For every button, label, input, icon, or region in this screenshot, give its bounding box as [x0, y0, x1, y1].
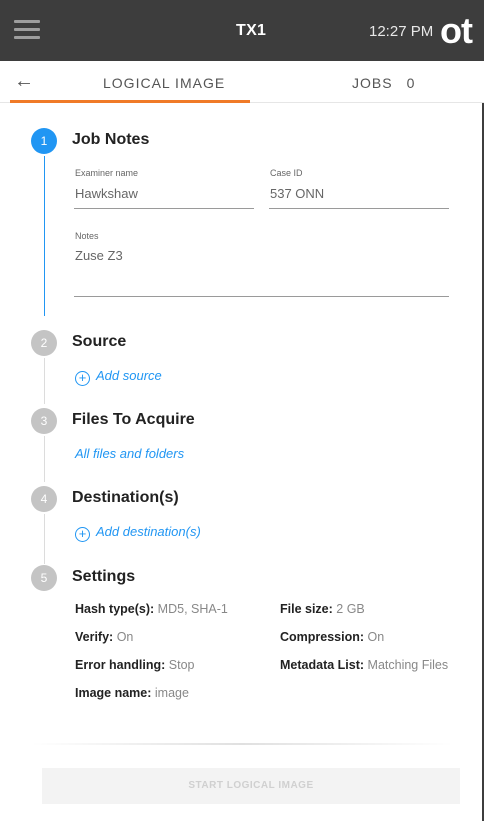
- metadata-list-label: Metadata List:: [280, 658, 365, 672]
- file-size-label: File size:: [280, 602, 333, 616]
- start-logical-image-button[interactable]: START LOGICAL IMAGE: [42, 768, 460, 804]
- examiner-name-field[interactable]: Hawkshaw: [75, 186, 138, 201]
- hash-type-label: Hash type(s):: [75, 602, 155, 616]
- examiner-name-underline: [74, 208, 254, 209]
- case-id-label: Case ID: [270, 168, 303, 178]
- setting-hash-type: Hash type(s): MD5, SHA-1: [75, 602, 228, 616]
- setting-image-name: Image name: image: [75, 686, 189, 700]
- compression-value: On: [367, 630, 385, 644]
- file-size-value: 2 GB: [336, 602, 365, 616]
- step-5-title[interactable]: Settings: [72, 568, 135, 586]
- error-handling-value: Stop: [168, 658, 195, 672]
- add-source-button[interactable]: + Add source: [75, 368, 162, 386]
- step-4-connector: [44, 514, 45, 564]
- compression-label: Compression:: [280, 630, 365, 644]
- notes-label: Notes: [75, 231, 99, 241]
- top-bar: TX1 12:27 PM ot: [0, 0, 484, 61]
- step-1-title[interactable]: Job Notes: [72, 131, 149, 149]
- clock: 12:27 PM: [369, 23, 434, 40]
- step-4-title[interactable]: Destination(s): [72, 489, 179, 507]
- jobs-count: 0: [406, 75, 416, 91]
- step-5-badge: 5: [31, 565, 57, 591]
- arrow-left-icon[interactable]: ←: [14, 70, 34, 93]
- step-1-badge: 1: [31, 128, 57, 154]
- step-2-connector: [44, 358, 45, 404]
- step-1-connector: [44, 156, 45, 316]
- tab-bar: LOGICAL IMAGE ← JOBS 0: [0, 61, 484, 103]
- hash-type-value: MD5, SHA-1: [157, 602, 228, 616]
- case-id-field[interactable]: 537 ONN: [270, 186, 324, 201]
- step-2-title[interactable]: Source: [72, 333, 126, 351]
- step-3-badge: 3: [31, 408, 57, 434]
- step-2-badge: 2: [31, 330, 57, 356]
- tab-jobs-label: JOBS: [352, 75, 393, 91]
- device-name: TX1: [236, 22, 267, 39]
- notes-underline: [74, 296, 449, 297]
- setting-compression: Compression: On: [280, 630, 384, 644]
- step-4-badge: 4: [31, 486, 57, 512]
- tab-logical-image[interactable]: LOGICAL IMAGE: [10, 61, 250, 103]
- notes-field[interactable]: Zuse Z3: [75, 248, 123, 263]
- footer-divider: [30, 743, 454, 745]
- image-name-value: image: [154, 686, 189, 700]
- setting-file-size: File size: 2 GB: [280, 602, 365, 616]
- plus-circle-icon: +: [75, 371, 90, 386]
- files-selection-link[interactable]: All files and folders: [75, 446, 184, 461]
- metadata-list-value: Matching Files: [367, 658, 449, 672]
- setting-error-handling: Error handling: Stop: [75, 658, 194, 672]
- add-source-label: Add source: [96, 368, 162, 383]
- plus-circle-icon: +: [75, 527, 90, 542]
- case-id-underline: [269, 208, 449, 209]
- verify-value: On: [116, 630, 134, 644]
- image-name-label: Image name:: [75, 686, 152, 700]
- verify-label: Verify:: [75, 630, 114, 644]
- tab-jobs[interactable]: JOBS 0: [352, 75, 415, 91]
- step-3-title[interactable]: Files To Acquire: [72, 411, 195, 429]
- tab-logical-image-label: LOGICAL IMAGE: [103, 75, 226, 91]
- setting-metadata-list: Metadata List: Matching Files: [280, 658, 448, 672]
- hamburger-menu-icon[interactable]: [14, 20, 40, 40]
- step-3-connector: [44, 436, 45, 482]
- brand-logo: ot: [440, 10, 473, 51]
- add-destination-label: Add destination(s): [96, 524, 201, 539]
- add-destination-button[interactable]: + Add destination(s): [75, 524, 201, 542]
- error-handling-label: Error handling:: [75, 658, 166, 672]
- setting-verify: Verify: On: [75, 630, 133, 644]
- examiner-name-label: Examiner name: [75, 168, 139, 178]
